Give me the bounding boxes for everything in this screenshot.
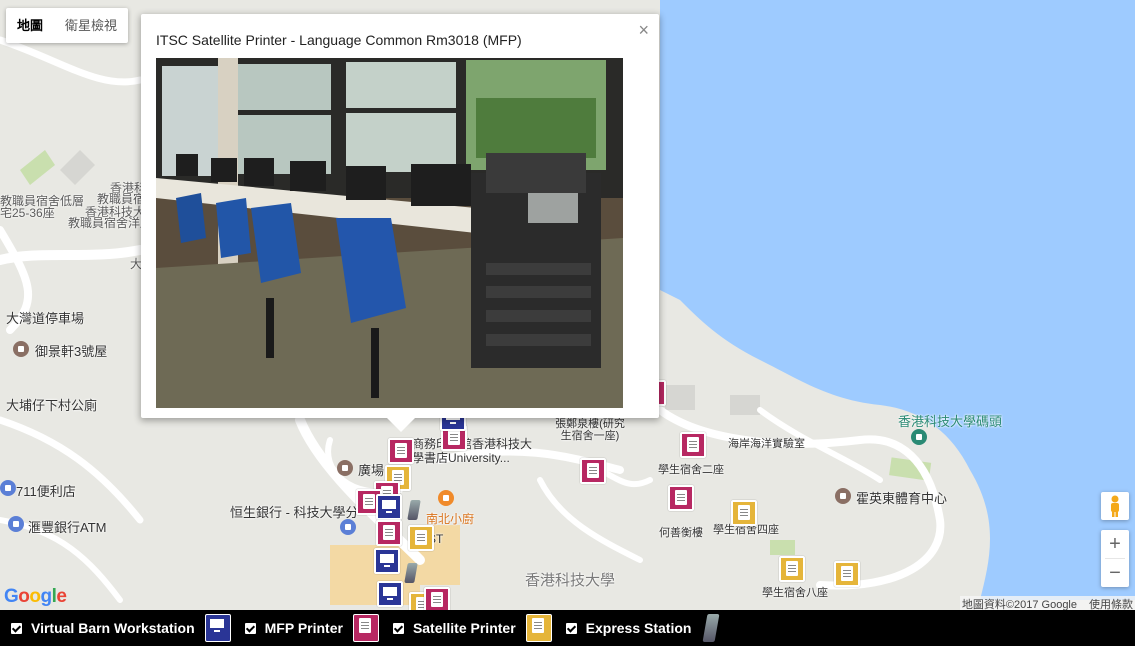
map-type-control: 地圖 衛星檢視 [6, 8, 129, 43]
legend-bar: Virtual Barn Workstation MFP Printer Sat… [0, 610, 1135, 646]
map-label: 香港科技大學碼頭 [898, 414, 1003, 429]
map-label: 海岸海洋實驗室 [728, 438, 805, 450]
mfp-printer-marker[interactable] [424, 587, 450, 610]
poi-marker[interactable] [13, 341, 29, 357]
map-label: 大埔仔下村公廁 [6, 398, 98, 413]
legend-item-express[interactable]: Express Station [565, 614, 720, 642]
legend-label: Express Station [585, 620, 692, 636]
mfp-printer-marker[interactable] [388, 438, 414, 464]
map-label: 張鄭泉樓(研究生宿舍一座) [555, 418, 625, 442]
map-label: 商務印書館香港科技大學書店University... [412, 437, 533, 465]
printer-room-photo [156, 58, 623, 408]
map-label: 霍英東體育中心 [856, 491, 948, 506]
satellite-printer-marker[interactable] [779, 556, 805, 582]
mfp-printer-marker[interactable] [580, 458, 606, 484]
map-label: 滙豐銀行ATM [28, 520, 107, 535]
google-logo[interactable]: Google [4, 586, 67, 608]
street-view-pegman-button[interactable] [1101, 492, 1129, 520]
poi-marker[interactable] [337, 460, 353, 476]
poi-marker[interactable] [835, 488, 851, 504]
mfp-printer-marker[interactable] [376, 520, 402, 546]
map-label: 學生宿舍二座 [658, 464, 724, 476]
workstation-icon [204, 614, 231, 642]
terms-of-use-link[interactable]: 使用條款 [1089, 596, 1133, 610]
map-data-credit: 地圖資料©2017 Google [961, 599, 1077, 610]
mfp-printer-marker[interactable] [680, 432, 706, 458]
pier-marker[interactable] [911, 429, 927, 445]
legend-item-satellite[interactable]: Satellite Printer [392, 614, 552, 642]
zoom-out-button[interactable]: − [1101, 559, 1129, 587]
legend-item-mfp[interactable]: MFP Printer [244, 614, 379, 642]
legend-item-workstation[interactable]: Virtual Barn Workstation [11, 614, 231, 642]
map-type-satellite-button[interactable]: 衛星檢視 [54, 8, 128, 43]
legend-label: Satellite Printer [412, 620, 516, 636]
map-label: 711便利店 [16, 484, 76, 499]
satellite-printer-icon [525, 614, 552, 642]
map-label: 御景軒3號屋 [35, 344, 108, 359]
map-label: 學生宿舍八座 [762, 587, 828, 599]
shop-marker[interactable] [0, 480, 16, 496]
map-type-map-button[interactable]: 地圖 [6, 8, 54, 43]
bank-marker[interactable] [340, 519, 356, 535]
express-station-checkbox[interactable] [565, 622, 577, 634]
workstation-marker[interactable] [377, 581, 403, 607]
workstation-checkbox[interactable] [11, 622, 22, 634]
legend-label: MFP Printer [264, 620, 343, 636]
satellite-printer-marker[interactable] [731, 500, 757, 526]
mfp-printer-marker[interactable] [668, 485, 694, 511]
zoom-control: + − [1101, 530, 1129, 587]
map-label: 廣場 [358, 463, 385, 478]
express-station-icon [703, 614, 720, 642]
zoom-in-button[interactable]: + [1101, 530, 1129, 558]
info-window: ITSC Satellite Printer - Language Common… [141, 14, 659, 432]
map-attribution: 地圖資料©2017 Google 使用條款 [959, 596, 1135, 610]
close-icon[interactable]: × [638, 20, 649, 41]
info-window-title: ITSC Satellite Printer - Language Common… [156, 32, 522, 48]
map-label: 香港科技大學 [525, 572, 616, 589]
legend-label: Virtual Barn Workstation [31, 620, 195, 636]
map-canvas[interactable]: 地圖 衛星檢視 教職員宿舍低層 宅25-36座 香港科 教職員宿舍 香港科技大學… [0, 0, 1135, 610]
map-label: 宅25-36座 [0, 206, 55, 220]
atm-marker[interactable] [8, 516, 24, 532]
map-label: 大灣道停車場 [6, 311, 85, 326]
mfp-printer-icon [352, 614, 379, 642]
pegman-icon [1111, 495, 1119, 517]
satellite-printer-checkbox[interactable] [392, 622, 404, 634]
satellite-printer-marker[interactable] [834, 561, 860, 587]
map-label: 恒生銀行 - 科技大學分 [230, 505, 359, 520]
restaurant-marker[interactable] [438, 490, 454, 506]
satellite-printer-marker[interactable] [408, 525, 434, 551]
map-label: 何善衡樓 [659, 527, 703, 539]
mfp-printer-checkbox[interactable] [244, 622, 256, 634]
workstation-marker[interactable] [376, 494, 402, 520]
workstation-marker[interactable] [374, 548, 400, 574]
